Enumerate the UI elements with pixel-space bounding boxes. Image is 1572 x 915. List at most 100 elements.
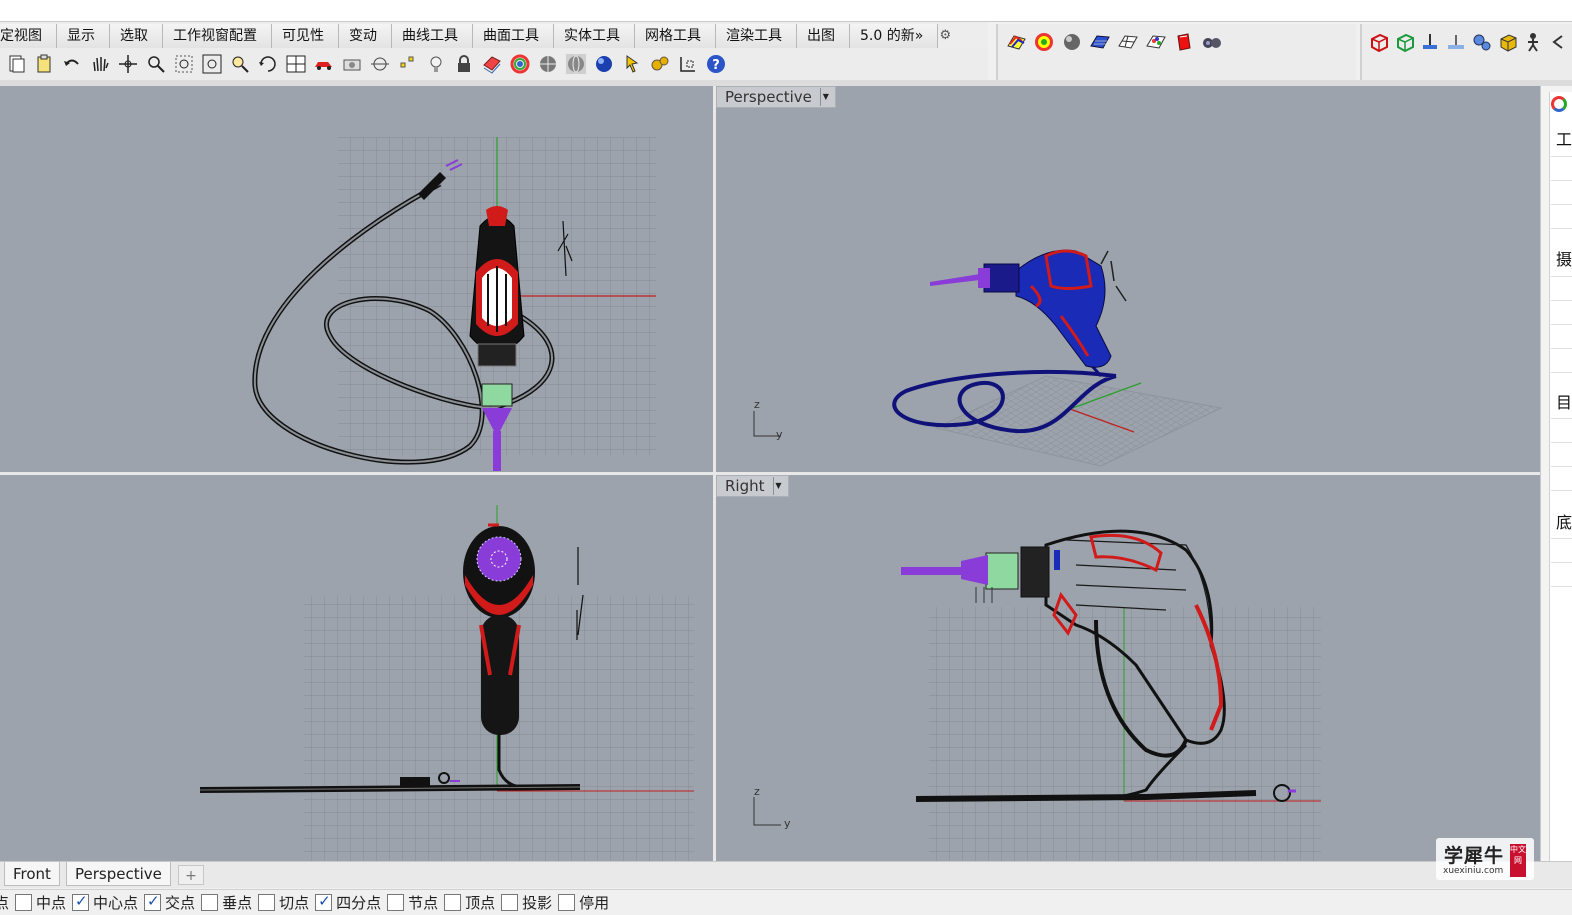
gold-box-icon[interactable] bbox=[1495, 28, 1521, 56]
snap-checkbox[interactable] bbox=[558, 894, 576, 911]
tab-drafting[interactable]: 出图 bbox=[797, 24, 850, 48]
rotate-view-icon[interactable] bbox=[254, 50, 282, 78]
tab-viewport-layout[interactable]: 工作视窗配置 bbox=[163, 24, 272, 48]
perspective-scene: z y bbox=[753, 249, 1223, 467]
snap-checkbox[interactable] bbox=[72, 892, 90, 911]
rainbow-surface-icon[interactable] bbox=[1002, 28, 1030, 56]
watermark-main-text: 学犀牛 bbox=[1444, 845, 1505, 867]
four-viewports-icon[interactable] bbox=[282, 50, 310, 78]
pointer-icon[interactable] bbox=[618, 50, 646, 78]
move-icon[interactable] bbox=[114, 50, 142, 78]
person-icon[interactable] bbox=[1521, 28, 1547, 56]
tab-perspective-viewport[interactable]: Perspective bbox=[66, 862, 171, 886]
snap-tangent[interactable]: 切点 bbox=[258, 891, 309, 915]
wire-sphere-icon[interactable] bbox=[562, 50, 590, 78]
snap-checkbox[interactable] bbox=[15, 894, 33, 911]
zoom-extents-icon[interactable] bbox=[198, 50, 226, 78]
snap-checkbox[interactable] bbox=[315, 892, 333, 911]
red-box-solid-icon[interactable] bbox=[1366, 28, 1392, 56]
snap-intersection[interactable]: 交点 bbox=[144, 891, 195, 915]
viewport-menu-arrow-icon[interactable]: ▼ bbox=[819, 88, 831, 106]
plane-extrude-icon[interactable] bbox=[1443, 28, 1469, 56]
front-view-scene bbox=[199, 505, 694, 861]
watermark-url: xuexiniu.com bbox=[1443, 866, 1504, 876]
color-mesh-icon[interactable] bbox=[1142, 28, 1170, 56]
zoom-icon[interactable] bbox=[142, 50, 170, 78]
snap-midpoint[interactable]: 中点 bbox=[15, 891, 66, 915]
tab-options-gear-icon[interactable]: ⚙ bbox=[938, 24, 952, 48]
right-grid bbox=[929, 607, 1321, 861]
gears-icon[interactable] bbox=[1469, 28, 1495, 56]
arrow-more-icon[interactable] bbox=[1546, 28, 1572, 56]
color-ball-icon[interactable] bbox=[1030, 28, 1058, 56]
snap-checkbox[interactable] bbox=[201, 894, 219, 911]
car-icon[interactable] bbox=[310, 50, 338, 78]
zoom-selected-icon[interactable] bbox=[226, 50, 254, 78]
lock-icon[interactable] bbox=[450, 50, 478, 78]
viewport-menu-arrow-icon[interactable]: ▼ bbox=[772, 477, 784, 495]
render-sphere-icon[interactable] bbox=[590, 50, 618, 78]
red-box-icon[interactable] bbox=[1170, 28, 1198, 56]
circle-snap-icon[interactable] bbox=[366, 50, 394, 78]
snap-project[interactable]: 投影 bbox=[501, 891, 552, 915]
viewport-top[interactable] bbox=[0, 86, 713, 472]
tab-set-view[interactable]: 定视图 bbox=[0, 24, 57, 48]
shaded-sphere-icon[interactable] bbox=[534, 50, 562, 78]
snap-disable[interactable]: 停用 bbox=[558, 891, 609, 915]
settings-gear-icon[interactable] bbox=[646, 50, 674, 78]
tab-surface-tools[interactable]: 曲面工具 bbox=[473, 24, 554, 48]
grid-snap-icon[interactable] bbox=[674, 50, 702, 78]
blue-plane-icon[interactable] bbox=[1086, 28, 1114, 56]
color-wheel-icon[interactable] bbox=[506, 50, 534, 78]
tab-select[interactable]: 选取 bbox=[110, 24, 163, 48]
green-box-solid-icon[interactable] bbox=[1392, 28, 1418, 56]
undo-icon[interactable] bbox=[58, 50, 86, 78]
snap-knot[interactable]: 节点 bbox=[387, 891, 438, 915]
tab-render-tools[interactable]: 渲染工具 bbox=[716, 24, 797, 48]
viewport-title-perspective[interactable]: Perspective ▼ bbox=[716, 86, 836, 108]
snap-checkbox[interactable] bbox=[501, 894, 519, 911]
clipboard-icon[interactable] bbox=[30, 50, 58, 78]
gizmo-y-label: y bbox=[776, 428, 783, 441]
snap-checkbox[interactable] bbox=[387, 894, 405, 911]
snap-checkbox[interactable] bbox=[144, 892, 162, 911]
snap-perpendicular[interactable]: 垂点 bbox=[201, 891, 252, 915]
layer-icon[interactable] bbox=[478, 50, 506, 78]
zoom-window-icon[interactable] bbox=[170, 50, 198, 78]
mesh-plane-icon[interactable] bbox=[1114, 28, 1142, 56]
gray-sphere-icon[interactable] bbox=[1058, 28, 1086, 56]
tab-display[interactable]: 显示 bbox=[57, 24, 110, 48]
snap-checkbox[interactable] bbox=[258, 894, 276, 911]
viewport-perspective[interactable]: z y Perspective ▼ bbox=[716, 86, 1540, 472]
tab-solid-tools[interactable]: 实体工具 bbox=[554, 24, 635, 48]
light-bulb-icon[interactable] bbox=[422, 50, 450, 78]
snap-point[interactable]: 点 bbox=[0, 891, 9, 915]
snap-vertex[interactable]: 顶点 bbox=[444, 891, 495, 915]
right-view-scene: z y bbox=[753, 529, 1321, 861]
add-viewport-tab-button[interactable]: + bbox=[178, 865, 204, 885]
snap-center[interactable]: 中心点 bbox=[72, 891, 138, 915]
viewport-title-right[interactable]: Right ▼ bbox=[716, 475, 789, 497]
binoculars-icon[interactable] bbox=[1198, 28, 1226, 56]
help-icon[interactable]: ? bbox=[702, 50, 730, 78]
snap-quadrant[interactable]: 四分点 bbox=[315, 891, 381, 915]
tab-transform[interactable]: 变动 bbox=[339, 24, 392, 48]
new-file-icon[interactable] bbox=[2, 50, 30, 78]
panel-label-2: 摄 bbox=[1556, 250, 1572, 269]
camera-icon[interactable] bbox=[338, 50, 366, 78]
panel-color-icon[interactable] bbox=[1551, 96, 1567, 112]
snap-label: 中心点 bbox=[93, 894, 139, 912]
extrude-icon[interactable] bbox=[1418, 28, 1444, 56]
viewport-front[interactable] bbox=[0, 475, 713, 861]
tab-new-in-5[interactable]: 5.0 的新» bbox=[850, 24, 939, 48]
tab-mesh-tools[interactable]: 网格工具 bbox=[635, 24, 716, 48]
viewport-horizontal-divider[interactable] bbox=[0, 472, 1540, 475]
tab-curve-tools[interactable]: 曲线工具 bbox=[392, 24, 473, 48]
tab-front-viewport[interactable]: Front bbox=[4, 862, 60, 886]
snap-checkbox[interactable] bbox=[444, 894, 462, 911]
panel-label-4: 底 bbox=[1556, 513, 1572, 532]
points-icon[interactable] bbox=[394, 50, 422, 78]
viewport-right[interactable]: z y Right ▼ bbox=[716, 475, 1540, 861]
tab-visibility[interactable]: 可见性 bbox=[272, 24, 339, 48]
pan-hand-icon[interactable] bbox=[86, 50, 114, 78]
